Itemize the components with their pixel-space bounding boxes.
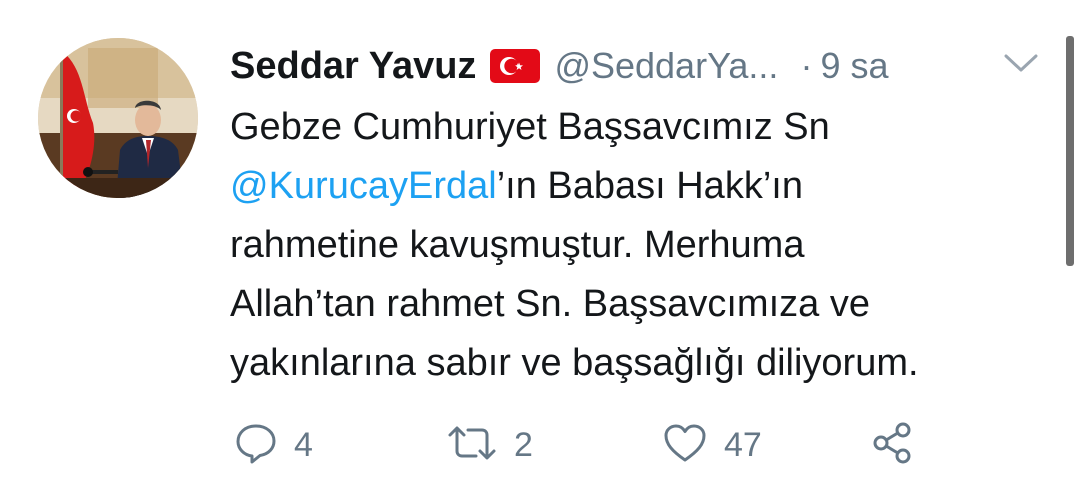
reply-icon — [234, 421, 278, 470]
share-button[interactable] — [870, 420, 916, 470]
tweet-text-line: @KurucayErdal’ın Babası Hakk’ın — [230, 157, 1050, 216]
tweet-text-line: yakınlarına sabır ve başsağlığı diliyoru… — [230, 334, 1050, 393]
author-handle[interactable]: @SeddarYa... — [554, 45, 778, 87]
avatar[interactable] — [38, 38, 198, 198]
retweet-button[interactable]: 2 — [446, 420, 533, 470]
retweet-icon — [446, 421, 498, 470]
avatar-photo — [38, 38, 198, 198]
turkey-flag-icon — [490, 49, 541, 83]
chevron-down-icon[interactable] — [1000, 48, 1042, 78]
tweet-timestamp[interactable]: 9 sa — [820, 45, 888, 87]
like-count: 47 — [724, 425, 762, 464]
scrollbar[interactable] — [1066, 36, 1074, 266]
tweet-text-line: Gebze Cumhuriyet Başsavcımız Sn — [230, 98, 1050, 157]
tweet-text: Gebze Cumhuriyet Başsavcımız Sn @Kurucay… — [230, 98, 1050, 393]
share-icon — [870, 420, 916, 471]
separator-dot: · — [800, 45, 813, 86]
tweet-actions: 4 2 47 — [234, 420, 934, 470]
tweet-card[interactable]: Seddar Yavuz @SeddarYa... · 9 sa Gebze C… — [0, 0, 1080, 487]
text-segment: Allah’tan rahmet Sn. Başsavcımıza ve — [230, 283, 870, 325]
retweet-count: 2 — [514, 425, 533, 464]
tweet-text-line: Allah’tan rahmet Sn. Başsavcımıza ve — [230, 275, 1050, 334]
text-segment: ’ın Babası Hakk’ın — [496, 165, 803, 207]
text-segment: rahmetine kavuşmuştur. Merhuma — [230, 224, 805, 266]
author-name[interactable]: Seddar Yavuz — [230, 45, 476, 88]
like-button[interactable]: 47 — [662, 420, 762, 470]
text-segment: Gebze Cumhuriyet Başsavcımız Sn — [230, 106, 830, 148]
tweet-text-line: rahmetine kavuşmuştur. Merhuma — [230, 216, 1050, 275]
mention-link[interactable]: @KurucayErdal — [230, 165, 497, 207]
heart-icon — [662, 421, 708, 470]
tweet-header: Seddar Yavuz @SeddarYa... · 9 sa — [230, 40, 888, 92]
text-segment: yakınlarına sabır ve başsağlığı diliyoru… — [230, 342, 919, 384]
reply-count: 4 — [294, 425, 313, 464]
reply-button[interactable]: 4 — [234, 420, 313, 470]
